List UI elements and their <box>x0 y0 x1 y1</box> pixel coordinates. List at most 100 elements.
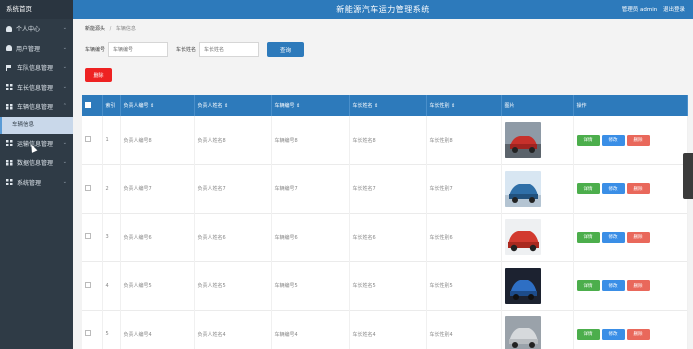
column-header-index: 索引 <box>102 95 121 116</box>
row-checkbox[interactable] <box>85 330 91 337</box>
table-header-row: 索引 负责人编号 ⇕ 负责人姓名 ⇕ 车辆编号 ⇕ 车长姓名 ⇕ 车长性别 ⇕ … <box>82 95 688 116</box>
cell-leader-no: 负责人编号5 <box>120 261 195 310</box>
breadcrumb: 新能源头 / 车辆信息 <box>85 25 136 32</box>
table-row: 5 负责人编号4 负责人姓名4 车辆编号4 车长姓名4 车长性别4 详情 修改 … <box>82 310 688 349</box>
flag-icon <box>6 64 13 71</box>
column-header-captain-name[interactable]: 车长姓名 ⇕ <box>349 95 427 116</box>
row-checkbox[interactable] <box>85 136 91 142</box>
column-header-actions: 操作 <box>573 95 688 116</box>
logout-link[interactable]: 退出登录 <box>663 7 685 13</box>
delete-button[interactable]: 删除 <box>626 231 650 243</box>
car-image <box>504 170 541 207</box>
grid-icon <box>6 84 13 91</box>
table-row: 3 负责人编号6 负责人姓名6 车辆编号6 车长姓名6 车长性别6 详情 修改 … <box>82 213 688 262</box>
breadcrumb-current: 车辆信息 <box>115 26 136 32</box>
sidebar-item-data[interactable]: 数据信息管理 ⌄ <box>0 153 73 173</box>
column-header-captain-gender[interactable]: 车长性别 ⇕ <box>426 95 502 116</box>
cell-leader-no: 负责人编号7 <box>120 164 195 213</box>
delete-button[interactable]: 删除 <box>626 280 650 292</box>
cell-captain-name: 车长姓名8 <box>349 116 427 165</box>
batch-delete-button[interactable]: 删除 <box>85 68 112 82</box>
sidebar-home[interactable]: 系统首页 <box>0 0 73 19</box>
cell-vehicle-no: 车辆编号7 <box>271 164 350 213</box>
sidebar-item-label: 数据信息管理 <box>17 160 54 168</box>
cell-index: 3 <box>102 213 121 262</box>
cell-captain-name: 车长姓名4 <box>349 310 427 349</box>
vehicle-number-input[interactable] <box>108 42 169 57</box>
breadcrumb-home[interactable]: 新能源头 <box>85 26 105 32</box>
cell-captain-gender: 车长性别7 <box>426 164 502 213</box>
cell-captain-gender: 车长性别6 <box>426 213 502 262</box>
sidebar-item-fleet[interactable]: 车队信息管理 ⌄ <box>0 58 73 78</box>
sidebar-item-users[interactable]: 用户管理 ⌄ <box>0 39 73 59</box>
select-all-checkbox[interactable] <box>85 101 91 108</box>
car-image <box>504 122 541 158</box>
cell-captain-gender: 车长性别4 <box>426 310 502 349</box>
cell-captain-gender: 车长性别8 <box>426 116 502 165</box>
edit-button[interactable]: 修改 <box>601 183 625 195</box>
row-checkbox[interactable] <box>85 184 91 191</box>
cell-captain-name: 车长姓名5 <box>349 261 427 310</box>
user-info: 管理员 admin 退出登录 <box>618 5 685 13</box>
sidebar-nav: 个人中心 ⌄ 用户管理 ⌄ 车队信息管理 ⌄ 车长信息管理 ⌄ 车辆信息管理 ⌃… <box>0 19 73 192</box>
cell-index: 1 <box>102 116 121 165</box>
edit-button[interactable]: 修改 <box>601 280 625 292</box>
cell-leader-name: 负责人姓名8 <box>194 116 272 165</box>
column-header-leader-no[interactable]: 负责人编号 ⇕ <box>120 95 195 116</box>
edit-button[interactable]: 修改 <box>601 231 625 243</box>
edit-button[interactable]: 修改 <box>601 328 625 340</box>
chevron-down-icon: ⌄ <box>62 139 67 146</box>
sidebar-item-label: 车队信息管理 <box>17 65 54 73</box>
column-header-vehicle-no[interactable]: 车辆编号 ⇕ <box>271 95 350 116</box>
delete-button[interactable]: 删除 <box>626 134 650 146</box>
user-name: 管理员 admin <box>621 7 658 13</box>
chevron-down-icon: ⌄ <box>62 159 67 165</box>
chevron-up-icon: ⌃ <box>62 103 67 109</box>
edit-button[interactable]: 修改 <box>601 134 625 146</box>
sidebar: 系统首页 个人中心 ⌄ 用户管理 ⌄ 车队信息管理 ⌄ 车长信息管理 ⌄ 车辆信… <box>0 0 73 349</box>
vehicle-number-label: 车辆编号 <box>85 47 106 53</box>
side-scroll-tab[interactable] <box>683 153 693 199</box>
cell-captain-gender: 车长性别5 <box>426 261 502 310</box>
cell-captain-name: 车长姓名7 <box>349 164 427 213</box>
grid-icon <box>6 179 13 186</box>
select-all-cell <box>82 95 103 116</box>
app-title: 新能源汽车运力管理系统 <box>336 5 430 14</box>
user-icon <box>6 45 12 52</box>
table-row: 2 负责人编号7 负责人姓名7 车辆编号7 车长姓名7 车长性别7 详情 修改 … <box>82 164 688 213</box>
row-checkbox[interactable] <box>85 233 91 240</box>
cell-vehicle-no: 车辆编号6 <box>271 213 350 262</box>
cell-index: 5 <box>102 310 121 349</box>
row-checkbox[interactable] <box>85 281 91 288</box>
sidebar-item-captain[interactable]: 车长信息管理 ⌄ <box>0 78 73 98</box>
captain-name-input[interactable] <box>199 42 260 57</box>
cell-leader-name: 负责人姓名6 <box>194 213 272 262</box>
view-button[interactable]: 详情 <box>576 231 600 243</box>
delete-button[interactable]: 删除 <box>626 328 650 340</box>
sidebar-subitem-vehicle-info[interactable]: 车辆信息 <box>0 116 73 134</box>
sidebar-item-vehicles[interactable]: 车辆信息管理 ⌃ <box>0 97 73 117</box>
grid-icon <box>6 159 13 166</box>
sidebar-item-label: 车辆信息管理 <box>17 104 54 112</box>
sidebar-item-label: 系统管理 <box>17 179 42 187</box>
car-image <box>504 267 541 304</box>
sidebar-item-system[interactable]: 系统管理 ⌄ <box>0 173 73 193</box>
view-button[interactable]: 详情 <box>576 280 600 292</box>
sidebar-item-personal[interactable]: 个人中心 ⌄ <box>0 19 73 39</box>
cell-vehicle-no: 车辆编号4 <box>271 310 350 349</box>
column-header-leader-name[interactable]: 负责人姓名 ⇕ <box>194 95 272 116</box>
top-header: 新能源汽车运力管理系统 管理员 admin 退出登录 <box>73 0 693 19</box>
search-button[interactable]: 查询 <box>267 42 305 57</box>
delete-button[interactable]: 删除 <box>626 183 650 195</box>
search-form: 车辆编号 车长姓名 查询 <box>85 42 305 57</box>
view-button[interactable]: 详情 <box>576 328 600 340</box>
user-icon <box>6 25 12 32</box>
chevron-down-icon: ⌄ <box>62 64 67 70</box>
table-row: 4 负责人编号5 负责人姓名5 车辆编号5 车长姓名5 车长性别5 详情 修改 … <box>82 261 688 310</box>
chevron-down-icon: ⌄ <box>62 83 67 90</box>
cell-leader-no: 负责人编号6 <box>120 213 195 262</box>
view-button[interactable]: 详情 <box>576 134 600 146</box>
vehicle-table: 索引 负责人编号 ⇕ 负责人姓名 ⇕ 车辆编号 ⇕ 车长姓名 ⇕ 车长性别 ⇕ … <box>82 95 688 349</box>
column-header-image: 图片 <box>501 95 574 116</box>
view-button[interactable]: 详情 <box>576 183 600 195</box>
